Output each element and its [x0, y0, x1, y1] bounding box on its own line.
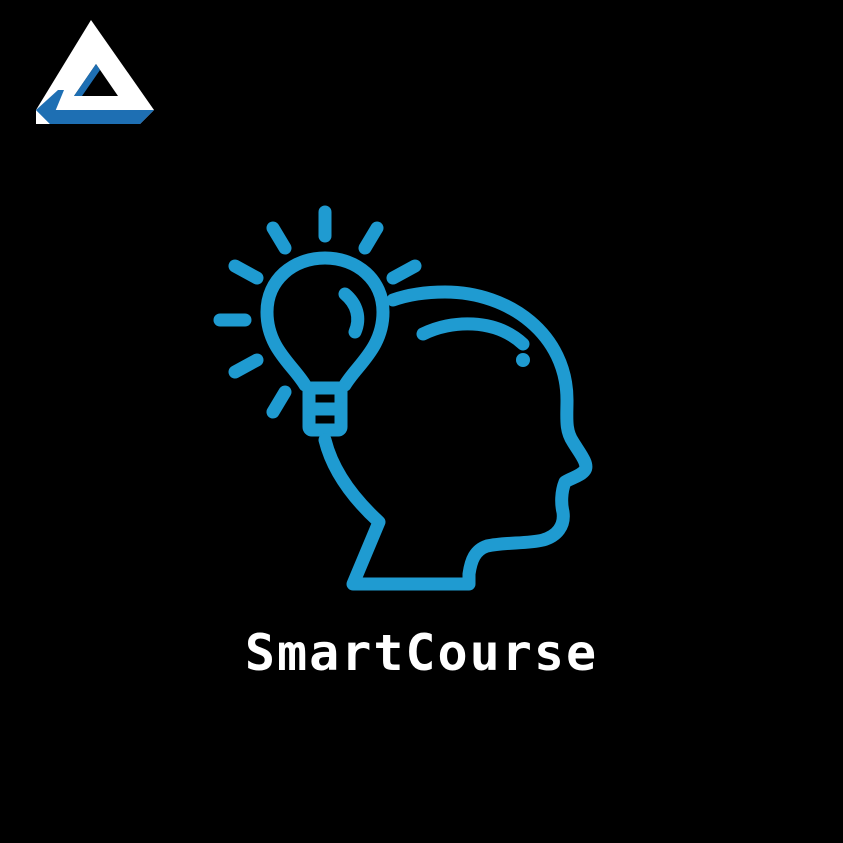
- brand-name: SmartCourse: [244, 624, 599, 682]
- logo-canvas: SmartCourse: [0, 0, 843, 843]
- head-lightbulb-icon: [213, 205, 593, 591]
- triangle-logo-icon: [36, 20, 154, 124]
